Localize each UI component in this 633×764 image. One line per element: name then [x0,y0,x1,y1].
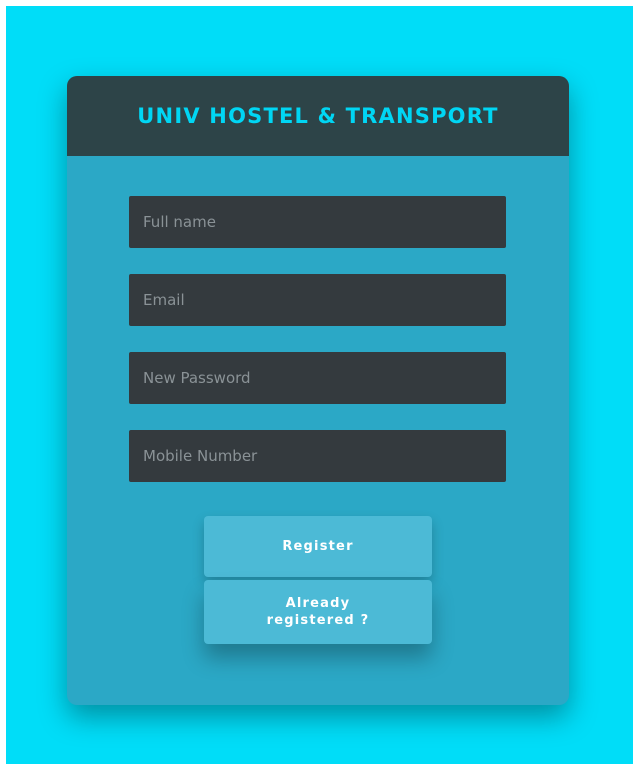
page-background: UNIV HOSTEL & TRANSPORT Register Already… [6,6,633,764]
full-name-input[interactable] [129,196,506,248]
already-registered-button[interactable]: Already registered ? [204,580,432,644]
new-password-input[interactable] [129,352,506,404]
email-input[interactable] [129,274,506,326]
page-title: UNIV HOSTEL & TRANSPORT [137,104,499,128]
registration-form [129,196,506,508]
card-header: UNIV HOSTEL & TRANSPORT [67,76,569,156]
form-actions: Register Already registered ? [204,516,432,644]
mobile-number-input[interactable] [129,430,506,482]
registration-card: UNIV HOSTEL & TRANSPORT Register Already… [67,76,569,705]
register-button[interactable]: Register [204,516,432,577]
